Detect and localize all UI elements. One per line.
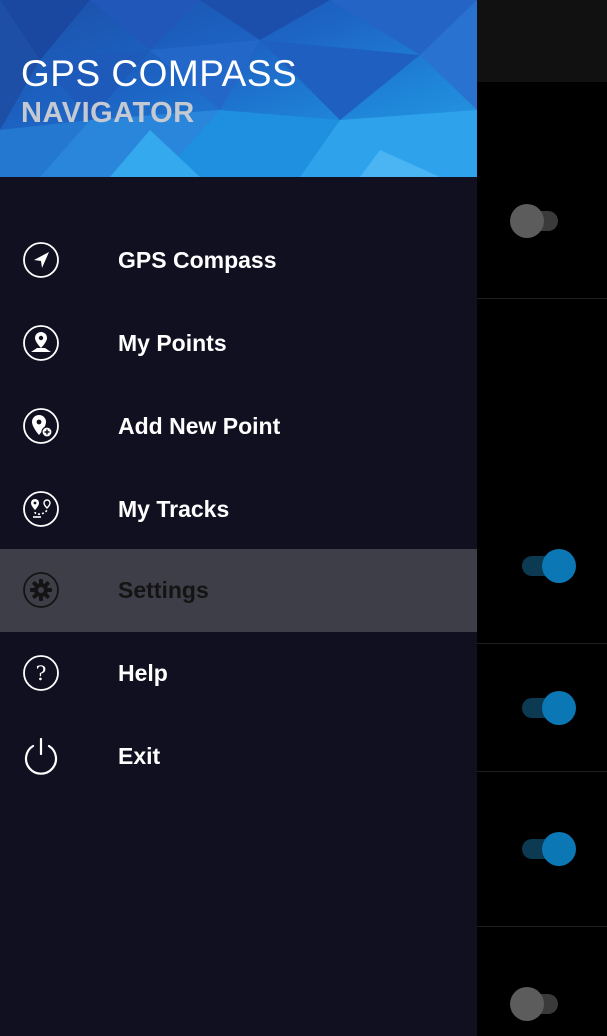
menu-item-label: GPS Compass <box>118 247 277 273</box>
gear-icon <box>23 572 59 608</box>
svg-text:?: ? <box>36 661 47 685</box>
settings-toggle-3[interactable] <box>520 688 580 728</box>
menu-item-add-new-point[interactable]: Add New Point <box>0 385 477 468</box>
navigation-arrow-icon <box>23 242 59 278</box>
menu-item-exit[interactable]: Exit <box>0 715 477 798</box>
settings-toggle-1[interactable] <box>510 201 570 241</box>
settings-toggle-5[interactable] <box>510 984 570 1024</box>
route-icon <box>23 491 59 527</box>
menu-item-label: Exit <box>118 743 161 769</box>
menu-item-label: My Points <box>118 330 227 356</box>
settings-toggle-4[interactable] <box>520 829 580 869</box>
menu-item-help[interactable]: ? Help <box>0 632 477 715</box>
menu-item-label: Help <box>118 660 168 686</box>
menu-item-my-tracks[interactable]: My Tracks <box>0 468 477 551</box>
help-icon: ? <box>23 655 59 691</box>
app-title: GPS COMPASS <box>21 53 298 94</box>
menu-item-label: Add New Point <box>118 413 281 439</box>
menu-item-gps-compass[interactable]: GPS Compass <box>0 219 477 302</box>
settings-divider <box>477 926 607 927</box>
menu-item-my-points[interactable]: My Points <box>0 302 477 385</box>
drawer-header: GPS COMPASS NAVIGATOR <box>0 0 477 177</box>
navigation-drawer: GPS COMPASS NAVIGATOR GPS Compass My Poi… <box>0 0 477 1036</box>
settings-toggle-2[interactable] <box>520 546 580 586</box>
app-subtitle: NAVIGATOR <box>21 97 195 129</box>
settings-divider <box>477 771 607 772</box>
map-pin-icon <box>23 325 59 361</box>
menu-item-label: Settings <box>118 577 209 603</box>
power-icon <box>24 737 58 775</box>
add-pin-icon <box>23 408 59 444</box>
menu-item-settings[interactable]: Settings <box>0 549 477 632</box>
settings-divider <box>477 298 607 299</box>
settings-divider <box>477 643 607 644</box>
menu-item-label: My Tracks <box>118 496 230 522</box>
